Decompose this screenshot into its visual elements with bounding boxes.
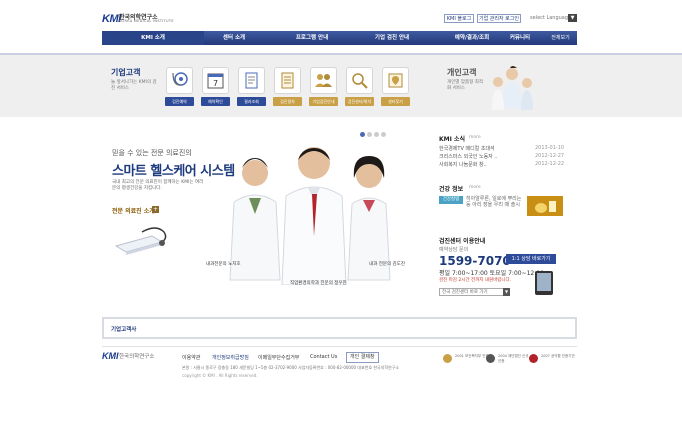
reservation-phone: 1599-7070 <box>439 254 511 268</box>
nav-sitemap[interactable]: 전체보기 <box>544 31 577 45</box>
hero-subtitle: 믿을 수 있는 전문 의료진의 <box>112 149 192 157</box>
doctor-caption-right: 내과 전문의 김도진 <box>369 262 405 267</box>
news-more-link[interactable]: more <box>469 135 481 140</box>
nav-community[interactable]: 커뮤니티 <box>494 31 546 45</box>
hero-description: 국내 최고의 전문 의료진이 함께하는 KMI는 여러분의 평생건강을 지킵니다… <box>112 180 204 191</box>
stethoscope-icon <box>166 67 193 94</box>
nav-program[interactable]: 프로그램 안내 <box>272 31 352 45</box>
doctor-caption-center: 직업환경의학과 전문의 정우진 <box>290 281 347 286</box>
blog-button[interactable]: KMI 블로그 <box>444 14 474 23</box>
corporate-clients-box <box>102 317 577 339</box>
main-navigation: KMI 소개 센터 소개 프로그램 안내 기업 검진 안내 예약/결과/조회 커… <box>102 31 577 45</box>
service-label: 검진센터/위치 <box>345 97 374 106</box>
email-refusal-link[interactable]: 이메일무단수집거부 <box>258 354 299 361</box>
arrival-note: 검진 마감 2시간 전까지 내원바랍니다. <box>439 278 512 283</box>
service-find-center[interactable]: 센터찾기 <box>381 67 410 106</box>
award-icon <box>443 354 452 363</box>
news-item-title[interactable]: 사회복지 나눔문화 창.. <box>439 161 487 168</box>
health-thumbnail[interactable] <box>527 196 563 216</box>
language-select-label[interactable]: select Language <box>530 15 571 21</box>
award-icon <box>486 354 495 363</box>
contact-link[interactable]: Contact Us <box>310 354 337 360</box>
footer-copyright: copyright © KMI . All Rights reserved. <box>182 373 258 378</box>
award-icon <box>529 354 538 363</box>
service-label: 예약확인 <box>201 97 230 106</box>
service-center-location[interactable]: 검진센터/위치 <box>345 67 374 106</box>
consult-button[interactable]: 1:1 상담 바로가기 <box>506 254 556 264</box>
reservation-inquiry-label: 예약상담 문의 <box>439 247 469 253</box>
terms-link[interactable]: 이용약관 <box>182 354 200 361</box>
award-text: 2004 재단법인 신규 인증 <box>498 354 529 363</box>
nav-kmi-intro[interactable]: KMI 소개 <box>102 31 204 45</box>
kmi-logo[interactable]: KMI <box>102 13 121 25</box>
service-reservation-check[interactable]: 7 예약확인 <box>201 67 230 106</box>
service-procedure[interactable]: 검진절차 <box>273 67 302 106</box>
service-label: 검진예약 <box>165 97 194 106</box>
service-label: 센터찾기 <box>381 97 410 106</box>
privacy-link[interactable]: 개인정보취급방침 <box>212 354 249 361</box>
award-text: 2007 공익활 인증기관 <box>541 354 575 358</box>
news-item-title[interactable]: 한국경제TV 매디컬 초대석 <box>439 145 495 152</box>
award-badge: 2001 보건복지부 인증 <box>443 354 489 363</box>
award-badge: 2007 공익활 인증기관 <box>529 354 575 363</box>
map-pin-icon <box>382 67 409 94</box>
service-checkup-reservation[interactable]: 검진예약 <box>165 67 194 106</box>
service-label: 결과조회 <box>237 97 266 106</box>
award-badge: 2004 재단법인 신규 인증 <box>486 354 532 364</box>
doctor-intro-link[interactable]: 전문 의료진 소개 <box>112 206 155 215</box>
service-label: 검진절차 <box>273 97 302 106</box>
news-item-date: 2013-01-10 <box>535 145 565 151</box>
health-info-title: 건강 정보 <box>439 186 464 193</box>
stethoscope-illustration <box>112 222 176 256</box>
footer-address: 본원 : 서울시 종로구 장충동 180 새문빌딩 1~5층 02-3702-9… <box>182 365 400 370</box>
checklist-icon <box>274 67 301 94</box>
svg-text:7: 7 <box>213 79 218 88</box>
footer-logo-name: 한국의학연구소 <box>119 354 155 360</box>
calendar-icon: 7 <box>202 67 229 94</box>
nav-center-intro[interactable]: 센터 소개 <box>204 31 264 45</box>
slide-indicator-4[interactable] <box>381 132 386 137</box>
health-column-text[interactable]: 히아알루론, 일로에 뿌리는 등 아리 장을 우리 때 솔시 <box>466 196 522 209</box>
corporate-clients-label: 기업고객사 <box>111 327 137 333</box>
corporate-login-button[interactable]: 기업 관리자 로그인 <box>477 14 521 23</box>
family-photo[interactable] <box>478 62 540 112</box>
chevron-down-icon[interactable]: ▼ <box>503 288 510 296</box>
center-select[interactable]: 전국 검진센터 바로 가기 <box>439 288 509 296</box>
nav-corporate-checkup[interactable]: 기업 검진 안내 <box>352 31 432 45</box>
service-label: 기업검진안내 <box>309 97 338 106</box>
magnifier-icon <box>346 67 373 94</box>
corporate-customer-title: 기업고객 <box>111 68 141 77</box>
corporate-customer-desc: 늘 앞서나가는 KMI의 검진 서비스 <box>111 80 157 91</box>
news-item-date: 2012-12-27 <box>535 153 565 159</box>
payment-button[interactable]: 개인 결제창 <box>346 352 379 363</box>
tablet-image <box>533 270 555 296</box>
doctor-caption-left: 내과전문의 노지호 <box>206 262 241 267</box>
logo-english-name: KOREA MEDICAL INSTITUTE <box>119 19 174 23</box>
service-corporate-guide[interactable]: 기업검진안내 <box>309 67 338 106</box>
footer-logo[interactable]: KMI <box>102 351 119 361</box>
personal-customer-title[interactable]: 개인고객 <box>447 67 476 78</box>
health-more-link[interactable]: more <box>469 185 481 190</box>
award-text: 2001 보건복지부 인증 <box>455 354 489 358</box>
slide-indicator-3[interactable] <box>374 132 379 137</box>
slide-indicator-2[interactable] <box>367 132 372 137</box>
document-icon <box>238 67 265 94</box>
plus-icon[interactable]: + <box>152 206 159 213</box>
hero-title: 스마트 헬스케어 시스템 <box>112 164 235 179</box>
service-result-lookup[interactable]: 결과조회 <box>237 67 266 106</box>
chevron-down-icon[interactable]: ▼ <box>568 14 577 22</box>
service-band <box>0 53 682 117</box>
health-column-tag: 건강칼럼 <box>439 196 463 204</box>
kmi-news-title: KMI 소식 <box>439 136 465 143</box>
news-item-title[interactable]: 크리스마스 외국인 노동자 .. <box>439 153 498 160</box>
news-item-date: 2012-12-22 <box>535 161 565 167</box>
center-guide-title: 검진센터 이용안내 <box>439 238 486 245</box>
footer-divider <box>102 346 577 347</box>
group-icon <box>310 67 337 94</box>
slide-indicator-1[interactable] <box>360 132 365 137</box>
operating-hours: 평일 7:00~17:00 토요일 7:00~12:00 <box>439 270 544 277</box>
